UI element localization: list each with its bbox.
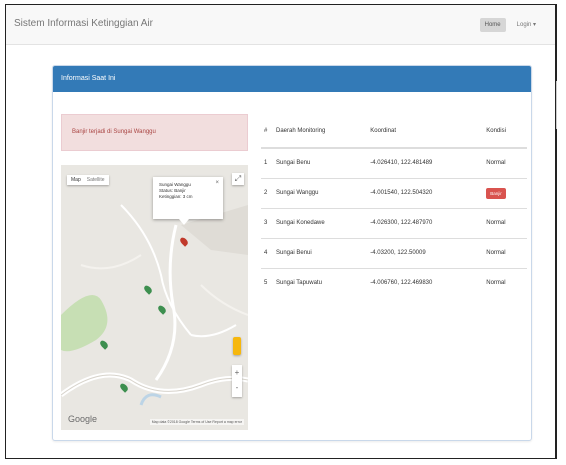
row-koordinat: -4.001540, 122.504320 bbox=[367, 177, 484, 208]
row-daerah: Sungai Wanggu bbox=[273, 177, 368, 208]
table-row: 4 Sungai Benui -4.03200, 122.50009 Norma… bbox=[261, 237, 527, 268]
navbar-brand[interactable]: Sistem Informasi Ketinggian Air bbox=[14, 18, 153, 29]
info-panel: Informasi Saat Ini Banjir terjadi di Sun… bbox=[52, 65, 532, 441]
flood-alert: Banjir terjadi di Sungai Wanggu bbox=[61, 114, 248, 151]
table-row: 2 Sungai Wanggu -4.001540, 122.504320 Ba… bbox=[261, 177, 527, 208]
row-koordinat: -4.026300, 122.487970 bbox=[367, 207, 484, 238]
zoom-control: + - bbox=[232, 365, 242, 397]
street-view-pegman-icon[interactable] bbox=[233, 337, 241, 355]
map-view[interactable]: Map Satellite ⤢ × Sungai Wanggu Status: … bbox=[61, 165, 248, 430]
col-header-kondisi: Kondisi bbox=[483, 114, 527, 149]
row-kondisi: Normal bbox=[483, 207, 527, 238]
row-koordinat: -4.026410, 122.481489 bbox=[367, 147, 484, 178]
map-type-control[interactable]: Map Satellite bbox=[67, 175, 109, 185]
table-row: 3 Sungai Konedawe -4.026300, 122.487970 … bbox=[261, 207, 527, 238]
nav-home-button[interactable]: Home bbox=[479, 17, 506, 32]
nav-login-dropdown[interactable]: Login ▾ bbox=[512, 17, 541, 32]
row-koordinat: -4.006760, 122.469830 bbox=[367, 267, 484, 298]
navbar-menu: Home Login ▾ bbox=[479, 17, 541, 32]
row-koordinat: -4.03200, 122.50009 bbox=[367, 237, 484, 268]
info-height: Ketinggian: 3 cm bbox=[159, 194, 193, 199]
panel-heading: Informasi Saat Ini bbox=[53, 66, 531, 92]
map-attribution[interactable]: Map data ©2018 Google Terms of Use Repor… bbox=[149, 419, 244, 425]
monitoring-table: # Daerah Monitoring Koordinat Kondisi 1 … bbox=[261, 114, 527, 298]
col-header-koordinat: Koordinat bbox=[367, 114, 484, 149]
status-badge: Banjir bbox=[486, 187, 506, 199]
table-row: 5 Sungai Tapuwatu -4.006760, 122.469830 … bbox=[261, 267, 527, 298]
row-daerah: Sungai Benu bbox=[273, 147, 368, 178]
row-number: 5 bbox=[261, 267, 273, 298]
row-daerah: Sungai Benui bbox=[273, 237, 368, 268]
close-icon[interactable]: × bbox=[215, 180, 219, 186]
page-edge-divider bbox=[551, 81, 557, 129]
map-info-window: × Sungai Wanggu Status: Banjir Ketinggia… bbox=[153, 177, 223, 219]
col-header-daerah: Daerah Monitoring bbox=[273, 114, 368, 149]
row-kondisi: Normal bbox=[483, 267, 527, 298]
map-type-map[interactable]: Map bbox=[71, 177, 81, 183]
row-number: 4 bbox=[261, 237, 273, 268]
fullscreen-icon[interactable]: ⤢ bbox=[232, 173, 244, 185]
row-daerah: Sungai Konedawe bbox=[273, 207, 368, 238]
navbar: Sistem Informasi Ketinggian Air Home Log… bbox=[6, 5, 555, 45]
table-row: 1 Sungai Benu -4.026410, 122.481489 Norm… bbox=[261, 147, 527, 178]
row-number: 2 bbox=[261, 177, 273, 208]
zoom-out-button[interactable]: - bbox=[232, 380, 242, 395]
row-number: 1 bbox=[261, 147, 273, 178]
row-kondisi: Banjir bbox=[483, 177, 527, 208]
row-kondisi: Normal bbox=[483, 147, 527, 178]
col-header-number: # bbox=[261, 114, 273, 149]
row-daerah: Sungai Tapuwatu bbox=[273, 267, 368, 298]
table-header-row: # Daerah Monitoring Koordinat Kondisi bbox=[261, 114, 527, 149]
google-logo: Google bbox=[68, 414, 98, 424]
row-kondisi: Normal bbox=[483, 237, 527, 268]
info-window-tail bbox=[179, 219, 189, 225]
row-number: 3 bbox=[261, 207, 273, 238]
browser-frame: Sistem Informasi Ketinggian Air Home Log… bbox=[5, 4, 557, 459]
map-type-satellite[interactable]: Satellite bbox=[87, 177, 105, 183]
zoom-in-button[interactable]: + bbox=[232, 365, 242, 380]
